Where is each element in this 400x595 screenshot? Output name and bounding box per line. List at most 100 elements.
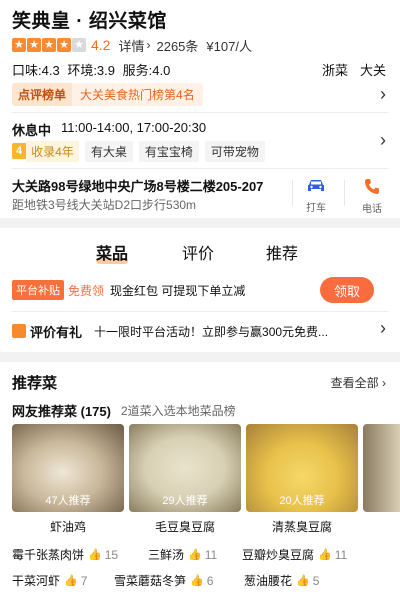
more-dish-name: 霉千张蒸肉饼 — [12, 548, 85, 562]
chevron-right-icon[interactable]: › — [380, 318, 386, 339]
star-icon: ★ — [57, 38, 71, 52]
more-dish-likes: 11 — [204, 547, 218, 562]
dish-name: 虾油鸡 — [49, 520, 86, 534]
thumbs-up-icon: 👍 — [88, 549, 102, 561]
divider — [12, 168, 388, 169]
more-dish-name: 干菜河虾 — [12, 574, 61, 588]
more-dish-name: 三鲜汤 — [148, 548, 185, 562]
more-dish-likes: 5 — [312, 573, 320, 588]
business-hours: 11:00-14:00, 17:00-20:30 — [61, 120, 207, 135]
more-dish-item[interactable]: 葱油腰花 👍 5 — [244, 572, 319, 589]
thumbs-up-icon: 👍 — [64, 575, 78, 587]
car-icon — [306, 178, 326, 199]
feature-chip: 有大桌 — [84, 140, 133, 162]
dish-card[interactable]: 47人推荐 — [12, 424, 124, 512]
tab-recommend[interactable]: 推荐 — [266, 240, 298, 264]
tab-label: 推荐 — [266, 246, 299, 263]
taste-score: 口味:4.3 — [12, 63, 60, 78]
free-label: 免费领 — [68, 283, 105, 298]
sub-scores: 口味:4.3 环境:3.9 服务:4.0 — [12, 60, 170, 79]
more-dish-likes: 11 — [334, 547, 348, 562]
more-dish-item[interactable]: 豆瓣炒臭豆腐 👍 11 — [242, 546, 347, 563]
more-dish-name: 葱油腰花 — [244, 574, 293, 588]
rank-banner[interactable]: 点评榜单 大关美食热门榜第4名 — [12, 82, 203, 106]
review-gift-text: 十一限时平台活动！立即参与赢300元免费... — [94, 324, 329, 339]
gift-icon — [12, 324, 26, 338]
tab-label: 评价 — [182, 246, 215, 263]
promo-text: 现金红包 可提现下单立减 — [110, 283, 246, 298]
claim-button[interactable]: 领取 — [320, 277, 374, 303]
more-dish-item[interactable]: 三鲜汤 👍 11 — [148, 546, 217, 563]
more-dish-item[interactable]: 干菜河虾 👍 7 — [12, 572, 87, 589]
divider — [292, 180, 293, 206]
more-dish-item[interactable]: 雪菜蘑菇冬笋 👍 6 — [114, 572, 213, 589]
recommended-note: 2道菜入选本地菜品榜 — [120, 404, 236, 418]
dish-recommend-count: 47人推荐 — [45, 495, 91, 507]
star-icon: ★ — [12, 38, 26, 52]
shop-name: 笑典皇 · 绍兴菜馆 — [12, 11, 167, 32]
chevron-right-icon[interactable]: › — [380, 84, 386, 105]
thumbs-up-icon: 👍 — [188, 549, 202, 561]
more-dish-likes: 7 — [80, 573, 88, 588]
review-gift-title: 评价有礼 — [30, 324, 83, 340]
cuisine-tag[interactable]: 浙菜 — [322, 60, 348, 79]
star-rating: ★ ★ ★ ★ ★ — [12, 38, 86, 52]
years-listed-badge: 4 收录4年 — [12, 140, 85, 162]
dish-photo — [363, 424, 400, 512]
years-number: 4 — [12, 143, 27, 159]
rank-text: 大关美食热门榜第4名 — [72, 82, 203, 106]
dish-name: 毛豆臭豆腐 — [154, 520, 215, 534]
taxi-button[interactable]: 打车 — [298, 178, 334, 214]
feature-row: 4 收录4年 有大桌 有宝宝椅 可带宠物 — [12, 140, 271, 162]
taxi-label: 打车 — [306, 203, 326, 214]
tab-label: 菜品 — [96, 246, 129, 263]
recommended-title: 推荐菜 — [12, 375, 58, 392]
divider — [12, 112, 388, 113]
tab-dishes[interactable]: 菜品 — [96, 240, 129, 264]
area-tag[interactable]: 大关 — [360, 60, 386, 79]
more-dish-likes: 6 — [206, 573, 214, 588]
rank-badge: 点评榜单 — [12, 82, 73, 106]
dish-name: 清蒸臭豆腐 — [271, 520, 332, 534]
details-link[interactable]: 详情 — [118, 36, 144, 55]
rating-row: ★ ★ ★ ★ ★ 4.2 详情 › 2265条 ¥107/人 — [12, 36, 252, 54]
section-gap — [0, 218, 400, 228]
thumbs-up-icon: 👍 — [296, 575, 310, 587]
price-per-person: ¥107/人 — [206, 38, 252, 54]
tab-reviews[interactable]: 评价 — [182, 240, 214, 264]
phone-button[interactable]: 电话 — [354, 178, 390, 215]
tab-bar: 菜品 评价 推荐 — [0, 236, 400, 266]
recommended-subtitle: 网友推荐菜 (175) — [12, 404, 111, 419]
more-dish-item[interactable]: 霉千张蒸肉饼 👍 15 — [12, 546, 118, 563]
business-status: 休息中 — [12, 123, 52, 138]
star-empty-icon: ★ — [72, 38, 86, 52]
chevron-right-icon[interactable]: › — [380, 130, 386, 151]
phone-label: 电话 — [362, 204, 382, 215]
more-dish-name: 雪菜蘑菇冬笋 — [114, 574, 187, 588]
dish-card[interactable]: 20人推荐 — [246, 424, 358, 512]
star-icon: ★ — [27, 38, 41, 52]
star-icon: ★ — [42, 38, 56, 52]
more-dishes-row: 干菜河虾 👍 7 雪菜蘑菇冬笋 👍 6 葱油腰花 👍 5 — [12, 572, 400, 590]
dish-card[interactable] — [363, 424, 400, 512]
dish-recommend-count: 29人推荐 — [162, 495, 208, 507]
view-all-label: 查看全部 — [330, 376, 379, 390]
category-tags: 浙菜 大关 — [322, 60, 386, 79]
divider — [12, 311, 388, 312]
chevron-right-icon: › — [382, 376, 386, 390]
review-gift-row[interactable]: 评价有礼 十一限时平台活动！立即参与赢300元免费... — [12, 320, 388, 342]
rating-score: 4.2 — [91, 37, 111, 53]
promo-row: 平台补贴 免费领 现金红包 可提现下单立减 领取 — [12, 277, 388, 303]
service-score: 服务:4.0 — [122, 63, 171, 78]
subway-distance: 距地铁3号线大关站D2口步行530m — [12, 198, 197, 212]
hours-row: 休息中 11:00-14:00, 17:00-20:30 — [12, 120, 206, 139]
view-all-link[interactable]: 查看全部 › — [331, 374, 386, 391]
divider — [344, 180, 345, 206]
shop-address[interactable]: 大关路98号绿地中央广场8号楼二楼205-207 — [12, 176, 263, 195]
phone-icon — [364, 178, 380, 200]
feature-chip: 可带宠物 — [204, 140, 265, 162]
environment-score: 环境:3.9 — [67, 63, 115, 78]
section-gap — [0, 352, 400, 362]
years-text: 收录4年 — [26, 140, 79, 162]
dish-card[interactable]: 29人推荐 — [129, 424, 241, 512]
